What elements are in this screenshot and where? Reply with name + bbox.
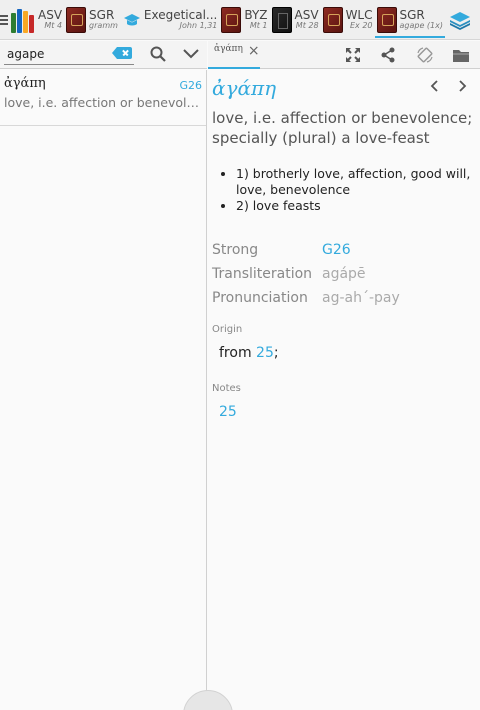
search-input[interactable] — [4, 44, 114, 64]
origin-label: Origin — [212, 324, 243, 336]
strong-row: Strong G26 — [212, 238, 474, 262]
tab-asv-mt4[interactable]: ASV Mt 4 — [9, 0, 64, 39]
entry-summary: love, i.e. affection or benevolence; spe… — [212, 109, 473, 148]
rotate-screen-icon[interactable] — [417, 47, 433, 63]
chevron-down-icon[interactable] — [183, 49, 199, 59]
tab-sgr-gramm[interactable]: SGR gramm — [64, 0, 120, 39]
result-greek: ἀγάπη — [4, 76, 46, 91]
origin-prefix: from — [219, 345, 257, 362]
results-list: ἀγάπη G26 love, i.e. affection or benevo… — [0, 70, 207, 710]
search-bar — [0, 41, 207, 69]
pronunciation-row: Pronunciation ag-ah´-pay — [212, 286, 474, 310]
search-box — [4, 43, 134, 65]
tab-name: ASV — [38, 8, 63, 22]
graduation-cap-icon — [123, 13, 140, 25]
result-definition: love, i.e. affection or benevolence; spe… — [4, 95, 202, 110]
tab-name: SGR — [89, 8, 115, 22]
close-tab-icon[interactable]: × — [248, 43, 260, 59]
tab-agape-detail[interactable]: ἀγάπη × — [208, 41, 266, 69]
list-item[interactable]: ἀγάπη G26 love, i.e. affection or benevo… — [0, 70, 206, 126]
chevron-left-icon[interactable] — [430, 80, 440, 92]
pronunciation-label: Pronunciation — [212, 290, 308, 307]
fullscreen-icon[interactable] — [345, 47, 361, 63]
tab-name: BYZ — [244, 8, 268, 22]
sense-item: 2) love feasts — [236, 198, 474, 214]
entry-properties: Strong G26 Transliteration agápē Pronunc… — [212, 238, 474, 310]
bookshelf-icon — [11, 7, 35, 33]
tab-ref: John 1,31 — [179, 20, 218, 30]
share-icon[interactable] — [380, 47, 396, 63]
tab-byz[interactable]: BYZ Mt 1 — [219, 0, 269, 39]
detail-tab-label: ἀγάπη — [214, 44, 243, 54]
book-icon — [271, 6, 292, 33]
tab-wlc[interactable]: WLC Ex 20 — [321, 0, 375, 39]
pronunciation-value: ag-ah´-pay — [322, 290, 400, 307]
origin-suffix: ; — [273, 345, 279, 362]
tab-ref: Mt 28 — [295, 20, 319, 30]
tab-name: ASV — [294, 8, 319, 22]
book-icon — [376, 6, 397, 33]
result-strong-code: G26 — [179, 79, 202, 92]
origin-text: from 25; — [219, 345, 474, 361]
search-icon[interactable] — [150, 46, 166, 62]
library-stack-icon[interactable] — [449, 9, 471, 31]
tab-ref: Mt 1 — [249, 20, 268, 30]
detail-toolbar: ἀγάπη × — [208, 41, 480, 69]
tab-name: SGR — [399, 8, 425, 22]
folder-icon[interactable] — [452, 47, 470, 63]
book-icon — [322, 6, 343, 33]
tab-name: Exegetical... — [143, 8, 218, 22]
tab-name: WLC — [345, 8, 373, 22]
clear-search-button[interactable] — [112, 47, 132, 59]
chevron-right-icon[interactable] — [457, 80, 467, 92]
entry-senses: 1) brotherly love, affection, good will,… — [236, 166, 474, 215]
tab-exegetical[interactable]: Exegetical... John 1,31 — [120, 0, 219, 39]
notes-link[interactable]: 25 — [219, 404, 474, 420]
book-icon — [221, 6, 242, 33]
transliteration-label: Transliteration — [212, 266, 313, 283]
sense-item: 1) brotherly love, affection, good will,… — [236, 166, 474, 199]
strong-label: Strong — [212, 242, 259, 259]
book-icon — [66, 6, 87, 33]
strong-link[interactable]: G26 — [322, 242, 351, 258]
tab-ref: Ex 20 — [349, 20, 373, 30]
tab-bar: ASV Mt 4 SGR gramm Exegetical... John 1,31 … — [0, 0, 480, 40]
tab-sgr-agape[interactable]: SGR agape (1x) — [374, 0, 446, 39]
entry-detail: ἀγάπη love, i.e. affection or benevolenc… — [212, 72, 474, 420]
tab-ref: agape (1x) — [399, 20, 444, 30]
transliteration-value: agápē — [322, 266, 366, 283]
tab-ref: Mt 4 — [44, 20, 63, 30]
menu-icon[interactable] — [0, 13, 9, 27]
tab-asv-mt28[interactable]: ASV Mt 28 — [270, 0, 321, 39]
notes-label: Notes — [212, 383, 241, 395]
transliteration-row: Transliteration agápē — [212, 262, 474, 286]
origin-link[interactable]: 25 — [256, 345, 274, 361]
tab-ref: gramm — [89, 20, 118, 30]
